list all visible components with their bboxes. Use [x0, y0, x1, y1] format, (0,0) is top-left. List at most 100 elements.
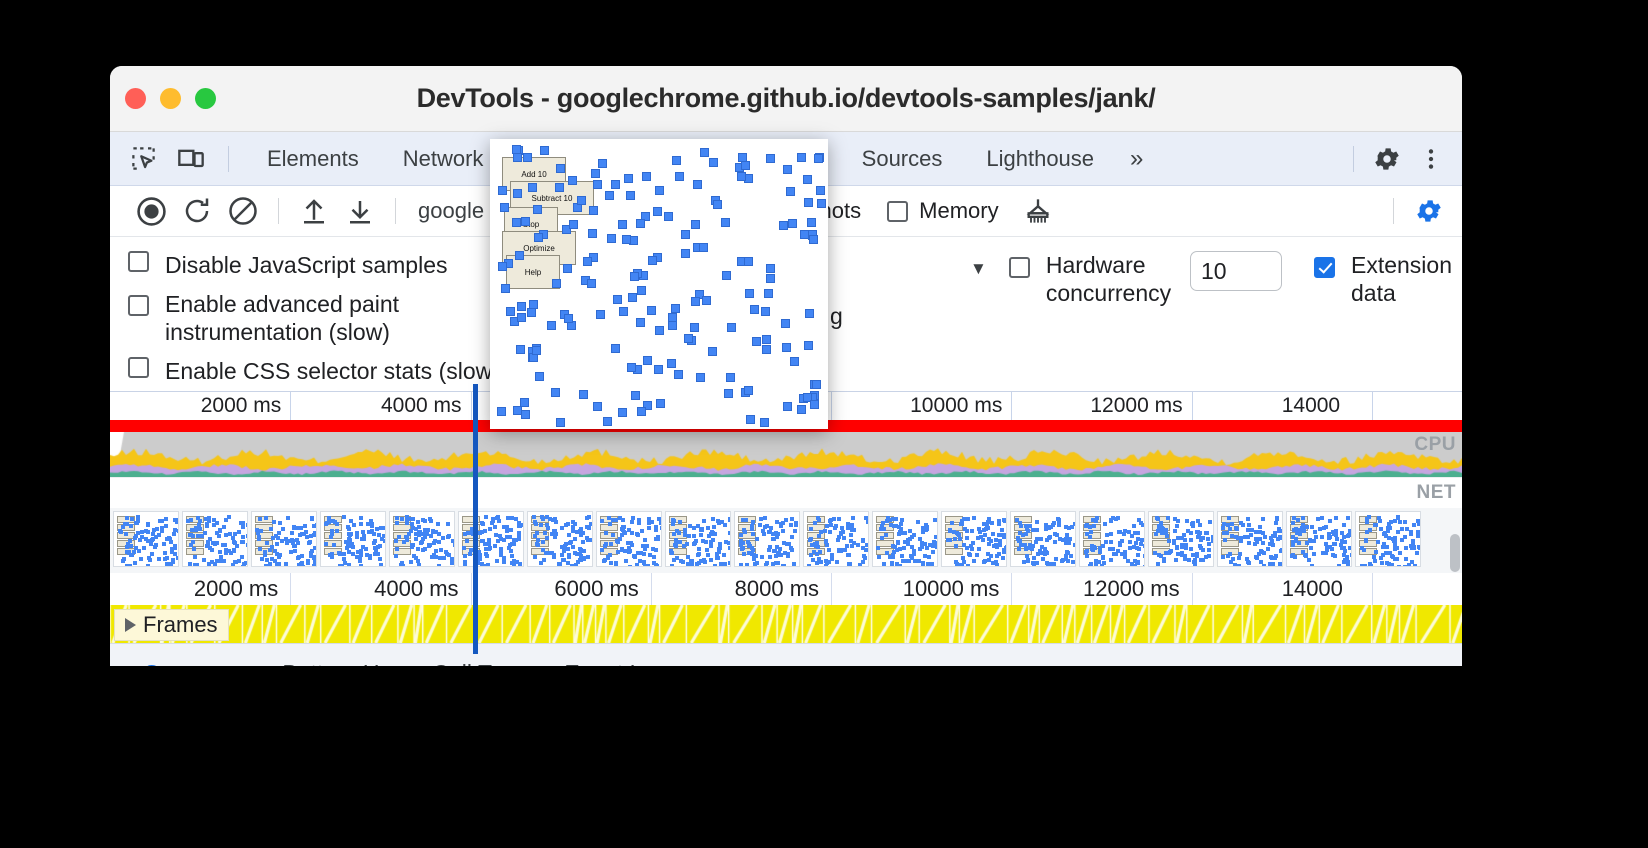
filmstrip-frame[interactable]	[1286, 511, 1352, 567]
frame-particle	[1027, 523, 1032, 528]
popup-particle	[680, 249, 690, 259]
filmstrip-frame[interactable]	[1010, 511, 1076, 567]
throttling-chevron-down-icon[interactable]: ▼	[970, 259, 987, 279]
frame-particle	[1246, 541, 1251, 546]
filmstrip-frame[interactable]	[251, 511, 317, 567]
memory-checkbox-box[interactable]	[887, 200, 909, 222]
frame-particle	[1017, 546, 1022, 551]
frames-track[interactable]: Frames	[110, 605, 1462, 643]
capture-settings-gear-icon[interactable]	[1406, 188, 1452, 234]
frame-particle	[1297, 541, 1302, 546]
cpu-usage-band[interactable]: CPU	[110, 432, 1462, 477]
screenshot-filmstrip[interactable]	[110, 508, 1462, 573]
frame-particle	[294, 537, 299, 542]
tab-network[interactable]: Network	[381, 132, 506, 185]
upload-profile-button[interactable]	[291, 188, 337, 234]
frame-particle	[304, 530, 309, 535]
jank-page-preview-popup[interactable]: Add 10 Subtract 10 Stop Optimize Help	[490, 139, 828, 429]
collect-garbage-icon[interactable]	[1015, 188, 1061, 234]
tab-bottom-up[interactable]: Bottom-Up	[262, 645, 412, 666]
filmstrip-frame[interactable]	[665, 511, 731, 567]
filmstrip-frame[interactable]	[458, 511, 524, 567]
frame-particle	[1064, 532, 1069, 537]
frame-particle	[1102, 522, 1107, 527]
more-tabs-icon[interactable]: »	[1116, 132, 1157, 185]
device-toolbar-icon[interactable]	[172, 140, 210, 178]
advanced-paint-checkbox[interactable]	[128, 295, 149, 317]
memory-checkbox[interactable]: Memory	[887, 198, 999, 224]
more-options-icon[interactable]	[1412, 140, 1450, 178]
tab-lighthouse[interactable]: Lighthouse	[964, 132, 1116, 185]
filmstrip-frame[interactable]	[527, 511, 593, 567]
filmstrip-frame[interactable]	[803, 511, 869, 567]
css-selector-stats-checkbox[interactable]	[128, 357, 149, 379]
tab-elements[interactable]: Elements	[245, 132, 381, 185]
frame-particle	[578, 533, 583, 538]
record-button[interactable]	[128, 188, 174, 234]
frame-particle	[502, 560, 507, 565]
frame-particle	[1034, 520, 1039, 525]
overview-scrollbar-thumb[interactable]	[1450, 534, 1460, 572]
frame-particle	[903, 530, 908, 535]
frame-particle	[1133, 559, 1138, 564]
popup-particle	[783, 164, 793, 174]
timeline-ruler[interactable]: 2000 ms 4000 ms 6000 ms 8000 ms 10000 ms 1200…	[110, 573, 1462, 627]
frame-particle	[1111, 516, 1116, 521]
filmstrip-frame[interactable]	[113, 511, 179, 567]
popup-particle	[674, 369, 684, 379]
timeline-playhead[interactable]	[473, 384, 478, 654]
filmstrip-frame[interactable]	[182, 511, 248, 567]
frame-particle	[192, 554, 197, 559]
popup-particle	[763, 289, 773, 299]
filmstrip-frame[interactable]	[320, 511, 386, 567]
hardware-concurrency-checkbox[interactable]	[1008, 257, 1030, 278]
clear-button[interactable]	[220, 188, 266, 234]
frame-particle	[559, 553, 564, 558]
tab-sources[interactable]: Sources	[840, 132, 965, 185]
filmstrip-frame[interactable]	[941, 511, 1007, 567]
reload-and-record-button[interactable]	[174, 188, 220, 234]
frame-particle	[1331, 553, 1336, 558]
frame-particle	[647, 553, 652, 558]
tab-event-log[interactable]: Event Log	[544, 645, 688, 666]
frame-particle	[487, 527, 492, 532]
download-profile-button[interactable]	[337, 188, 383, 234]
frame-particle	[310, 549, 315, 554]
hardware-concurrency-row[interactable]: Hardware concurrency	[1008, 251, 1282, 307]
frame-particle	[1122, 555, 1127, 560]
advanced-paint-label: Enable advanced paint instrumentation (s…	[165, 291, 400, 346]
filmstrip-frame[interactable]	[1217, 511, 1283, 567]
network-band[interactable]: NET	[110, 477, 1462, 508]
frame-particle	[214, 541, 219, 546]
filmstrip-frame[interactable]	[872, 511, 938, 567]
frame-particle	[1241, 523, 1246, 528]
frame-particle	[885, 551, 890, 555]
tab-call-tree[interactable]: Call Tree	[412, 645, 544, 666]
popup-particle	[596, 309, 606, 319]
frame-particle	[1363, 539, 1368, 544]
frame-particle	[428, 543, 433, 548]
tab-summary[interactable]: Summary	[124, 645, 262, 666]
extension-data-checkbox[interactable]	[1313, 257, 1335, 278]
popup-particle	[604, 191, 614, 201]
frame-particle	[279, 539, 284, 543]
popup-particle	[520, 410, 530, 420]
filmstrip-frame[interactable]	[1148, 511, 1214, 567]
frame-particle	[622, 530, 627, 535]
expand-triangle-icon[interactable]	[125, 618, 136, 632]
disable-js-samples-checkbox[interactable]	[128, 251, 149, 272]
hardware-concurrency-input[interactable]	[1189, 251, 1282, 291]
filmstrip-frame[interactable]	[1355, 511, 1421, 567]
inspect-element-icon[interactable]	[124, 140, 162, 178]
settings-gear-icon[interactable]	[1368, 140, 1406, 178]
filmstrip-frame[interactable]	[1079, 511, 1145, 567]
frame-particle	[717, 541, 722, 546]
frame-particle	[256, 537, 261, 542]
popup-particle	[744, 256, 754, 266]
frames-track-header[interactable]: Frames	[114, 609, 229, 641]
filmstrip-frame[interactable]	[596, 511, 662, 567]
frame-particle	[809, 526, 814, 531]
filmstrip-frame[interactable]	[389, 511, 455, 567]
extension-data-row[interactable]: Extension data	[1313, 251, 1452, 307]
filmstrip-frame[interactable]	[734, 511, 800, 567]
